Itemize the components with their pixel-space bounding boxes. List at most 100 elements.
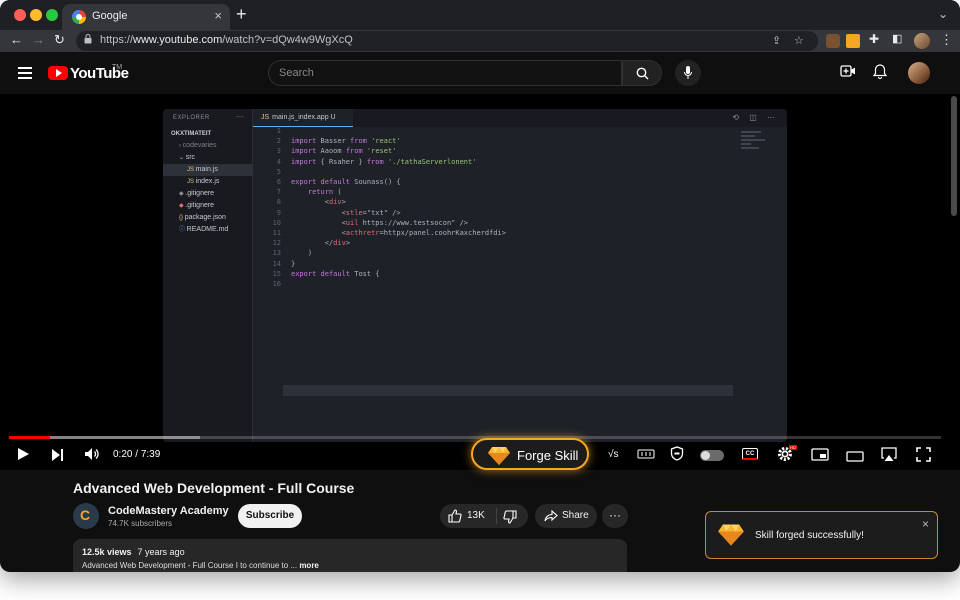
tab-strip: Google × + ⌄ bbox=[0, 0, 960, 30]
subscribe-button[interactable]: Subscribe bbox=[238, 504, 302, 528]
voice-search-button[interactable] bbox=[675, 60, 701, 86]
stats-icon[interactable] bbox=[637, 447, 655, 465]
explorer-item-label: package.json bbox=[184, 214, 226, 221]
next-button[interactable] bbox=[51, 448, 64, 466]
editor-explorer: EXPLORER ··· OKXTIMATEIT › codevaries ⌄ sr… bbox=[163, 109, 253, 442]
more-actions-button[interactable]: ··· bbox=[602, 504, 628, 528]
code-line: <stle="txt" /> bbox=[291, 208, 401, 217]
explorer-item-label: .gitignere bbox=[185, 202, 215, 209]
code-line: </div> bbox=[291, 239, 351, 248]
file-type-icon: JS bbox=[187, 167, 196, 173]
progress-bar[interactable] bbox=[9, 436, 941, 439]
captions-button[interactable]: CC bbox=[742, 448, 758, 460]
code-line: import { Rsaher } from './tathaServerlon… bbox=[291, 157, 477, 166]
description-box[interactable]: 12.5k views 7 years ago Advanced Web Deve… bbox=[73, 539, 627, 572]
volume-button[interactable] bbox=[84, 447, 100, 466]
address-bar[interactable]: https://www.youtube.com/watch?v=dQw4w9Wg… bbox=[76, 31, 818, 51]
tab-close-button[interactable]: × bbox=[214, 8, 222, 23]
fullscreen-icon[interactable] bbox=[916, 447, 931, 467]
new-tab-button[interactable]: + bbox=[236, 5, 247, 23]
explorer-item-label: README.md bbox=[186, 226, 229, 233]
line-number: 14 bbox=[272, 259, 281, 268]
extension-icon[interactable] bbox=[826, 34, 840, 48]
explorer-item-label: OKXTIMATEIT bbox=[171, 131, 212, 137]
search-icon bbox=[636, 67, 649, 80]
url-text: https://www.youtube.com/watch?v=dQw4w9Wg… bbox=[100, 34, 353, 46]
profile-avatar[interactable] bbox=[914, 33, 930, 49]
description-more-link[interactable]: more bbox=[299, 561, 319, 570]
forge-extension-icon[interactable] bbox=[846, 34, 860, 48]
browser-menu-icon[interactable]: ⋮ bbox=[940, 32, 953, 48]
shield-icon[interactable] bbox=[670, 446, 684, 466]
menu-hamburger-icon[interactable] bbox=[18, 67, 32, 79]
side-panel-icon[interactable]: ◧ bbox=[892, 32, 902, 45]
maximize-window-button[interactable] bbox=[46, 9, 58, 21]
video-frame-code-editor: EXPLORER ··· OKXTIMATEIT › codevaries ⌄ sr… bbox=[163, 109, 787, 442]
file-type-icon: JS bbox=[187, 179, 196, 185]
bookmark-star-icon[interactable]: ☆ bbox=[794, 34, 804, 47]
account-avatar[interactable] bbox=[908, 62, 930, 84]
thumbs-down-icon bbox=[503, 510, 517, 524]
code-line: <div> bbox=[291, 198, 346, 207]
editor-code-pane: JS main.js_index.app U ⟲ ◫ ⋯ 1 2 3 4 5 6 7 8 9 10 1… bbox=[253, 109, 787, 442]
search-button[interactable] bbox=[622, 60, 662, 86]
toast-close-button[interactable]: × bbox=[922, 517, 929, 531]
video-player[interactable]: EXPLORER ··· OKXTIMATEIT › codevaries ⌄ sr… bbox=[0, 94, 960, 470]
editor-tab: JS main.js_index.app U bbox=[253, 109, 353, 127]
code-line: export default Sounass() { bbox=[291, 178, 401, 186]
miniplayer-icon[interactable] bbox=[811, 448, 829, 466]
reload-button[interactable]: ↻ bbox=[54, 32, 65, 48]
extensions-puzzle-icon[interactable]: ✚ bbox=[869, 32, 879, 46]
line-number: 8 bbox=[276, 198, 281, 207]
share-label: Share bbox=[562, 510, 589, 521]
browser-tab[interactable]: Google × bbox=[62, 4, 230, 30]
editor-tab-bar: JS main.js_index.app U ⟲ ◫ ⋯ bbox=[253, 109, 787, 127]
forward-button[interactable]: → bbox=[32, 32, 45, 47]
file-type-icon: ⓘ bbox=[179, 227, 187, 233]
code-line: <acthretr=httpx/panel.coohrKaxcherdfdi> bbox=[291, 229, 506, 237]
volume-icon bbox=[85, 448, 99, 460]
explorer-item: ◆ .gitignere bbox=[163, 188, 253, 200]
channel-avatar[interactable] bbox=[73, 503, 99, 529]
code-line: import Aaoom from 'reset' bbox=[291, 147, 397, 156]
close-window-button[interactable] bbox=[14, 9, 26, 21]
notifications-bell-icon[interactable] bbox=[872, 64, 888, 82]
dislike-button[interactable] bbox=[503, 510, 517, 529]
explorer-item: ⌄ src bbox=[163, 152, 253, 164]
code-line: <uil https://www.testsocon" /> bbox=[291, 218, 469, 227]
thumbs-up-icon bbox=[448, 509, 462, 523]
explorer-item-label: .gitignere bbox=[185, 190, 215, 197]
page-scrollbar[interactable] bbox=[951, 96, 957, 216]
code-line: ) bbox=[291, 249, 313, 258]
minimize-window-button[interactable] bbox=[30, 9, 42, 21]
description-meta: 12.5k views 7 years ago bbox=[82, 547, 185, 557]
tab-title: Google bbox=[92, 10, 128, 22]
line-number: 11 bbox=[272, 229, 281, 237]
share-page-icon[interactable]: ⇪ bbox=[772, 34, 781, 47]
share-button[interactable]: Share bbox=[535, 504, 597, 528]
line-number: 12 bbox=[272, 239, 281, 248]
tab-search-chevron-icon[interactable]: ⌄ bbox=[938, 7, 948, 21]
youtube-logo-icon[interactable] bbox=[48, 66, 68, 80]
like-button[interactable] bbox=[448, 509, 462, 528]
forge-skill-label: Forge Skill bbox=[517, 448, 579, 463]
channel-name[interactable]: CodeMastery Academy bbox=[108, 505, 229, 517]
theater-mode-icon[interactable] bbox=[846, 449, 864, 467]
editor-tab-actions-icon: ⟲ ◫ ⋯ bbox=[732, 113, 779, 122]
file-type-icon: ⌄ bbox=[179, 155, 186, 161]
autoplay-toggle[interactable] bbox=[700, 450, 724, 461]
explorer-item: JS index.js bbox=[163, 176, 253, 188]
play-button[interactable] bbox=[17, 447, 30, 466]
time-display: 0:20 / 7:39 bbox=[113, 449, 161, 460]
create-video-icon[interactable] bbox=[840, 64, 856, 81]
back-button[interactable]: ← bbox=[10, 32, 23, 47]
like-count: 13K bbox=[467, 510, 485, 521]
cast-airplay-icon[interactable] bbox=[880, 447, 898, 467]
code-line: return ( bbox=[307, 188, 342, 197]
microphone-icon bbox=[684, 66, 692, 79]
explorer-more-icon: ··· bbox=[236, 112, 244, 121]
forge-skill-button[interactable]: Forge Skill bbox=[471, 438, 589, 470]
search-input[interactable]: Search bbox=[268, 60, 622, 86]
line-number: 5 bbox=[276, 167, 281, 176]
hd-badge: HD bbox=[789, 445, 797, 450]
